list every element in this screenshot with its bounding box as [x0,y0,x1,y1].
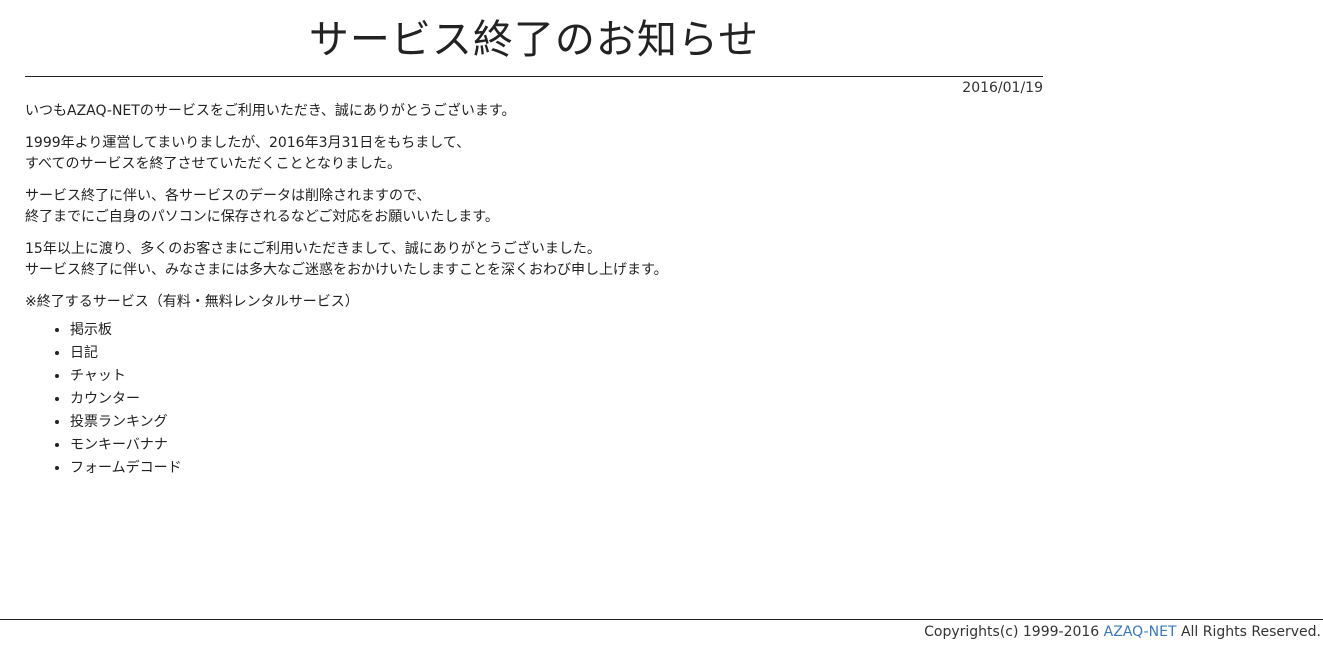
list-item: モンキーバナナ [70,434,1043,457]
notice-paragraph-1: いつもAZAQ-NETのサービスをご利用いただき、誠にありがとうございます。 [25,101,1043,122]
list-item: フォームデコード [70,457,1043,480]
main-content: サービス終了のお知らせ 2016/01/19 いつもAZAQ-NETのサービスを… [25,0,1043,476]
notice-line: 終了までにご自身のパソコンに保存されるなどご対応をお願いいたします。 [25,209,499,225]
page-title: サービス終了のお知らせ [308,17,760,63]
list-item: 掲示板 [70,319,1043,342]
notice-line: いつもAZAQ-NETのサービスをご利用いただき、誠にありがとうございます。 [25,103,516,119]
page: サービス終了のお知らせ 2016/01/19 いつもAZAQ-NETのサービスを… [0,0,1323,648]
notice-line: 15年以上に渡り、多くのお客さまにご利用いただきまして、誠にありがとうございまし… [25,241,601,257]
notice-line: 1999年より運営してまいりましたが、2016年3月31日をもちまして、 [25,135,471,151]
notice-paragraph-3: サービス終了に伴い、各サービスのデータは削除されますので、 終了までにご自身のパ… [25,186,1043,228]
notice-paragraph-2: 1999年より運営してまいりましたが、2016年3月31日をもちまして、 すべて… [25,133,1043,175]
notice-line: すべてのサービスを終了させていただくこととなりました。 [25,156,402,172]
azaq-net-link[interactable]: AZAQ-NET [1104,624,1177,640]
notice-body: いつもAZAQ-NETのサービスをご利用いただき、誠にありがとうございます。 1… [25,101,1043,480]
list-item: カウンター [70,388,1043,411]
notice-line: サービス終了に伴い、みなさまには多大なご迷惑をおかけいたしますことを深くおわび申… [25,262,668,278]
copyright-suffix: All Rights Reserved. [1176,624,1321,640]
notice-paragraph-4: 15年以上に渡り、多くのお客さまにご利用いただきまして、誠にありがとうございまし… [25,239,1043,281]
footer-copyright: Copyrights(c) 1999-2016 AZAQ-NET All Rig… [924,623,1321,641]
list-item: 日記 [70,342,1043,365]
copyright-prefix: Copyrights(c) 1999-2016 [924,624,1104,640]
post-date: 2016/01/19 [962,80,1043,96]
notice-line: サービス終了に伴い、各サービスのデータは削除されますので、 [25,188,431,204]
services-heading: ※終了するサービス（有料・無料レンタルサービス） [25,294,359,310]
list-item: 投票ランキング [70,411,1043,434]
services-list: 掲示板 日記 チャット カウンター 投票ランキング モンキーバナナ フォームデコ… [25,319,1043,480]
list-item: チャット [70,365,1043,388]
footer-divider [0,619,1323,620]
title-divider [25,76,1043,77]
